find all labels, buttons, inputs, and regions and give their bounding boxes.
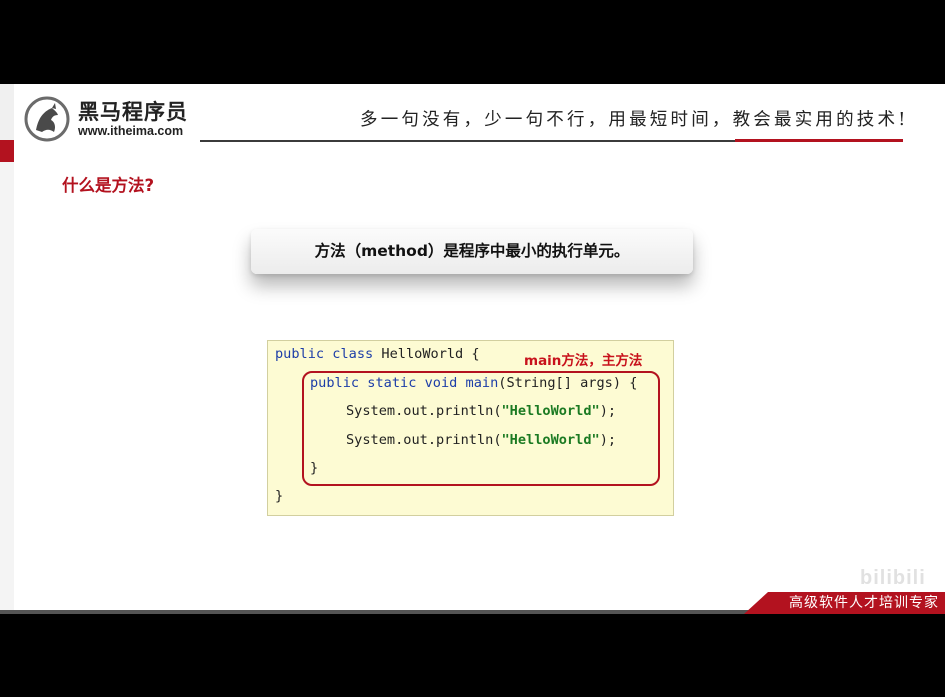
code-line-close-class: } [275, 488, 284, 504]
footer-label: 高级软件人才培训专家 [768, 592, 945, 614]
code-line-main: public static void main(String[] args) { [310, 375, 638, 391]
code-line-class: public class HelloWorld { [275, 346, 480, 362]
logo-url: www.itheima.com [78, 124, 184, 138]
code-line-println-1: System.out.println("HelloWorld"); [346, 403, 617, 419]
bilibili-watermark: bilibili [860, 567, 926, 589]
code-block: public class HelloWorld { main方法，主方法 pub… [267, 340, 674, 516]
code-line-close-main: } [310, 460, 319, 476]
itheima-logo: 黑马程序员 www.itheima.com [24, 94, 199, 142]
section-title: 什么是方法? [62, 176, 155, 195]
logo-name: 黑马程序员 [78, 100, 188, 124]
header-divider-accent [735, 139, 903, 142]
horse-logo-icon [24, 96, 70, 142]
footer-label-notch [744, 592, 768, 614]
left-accent-red [0, 140, 14, 162]
code-line-println-2: System.out.println("HelloWorld"); [346, 432, 617, 448]
left-accent-strip [0, 84, 14, 140]
slide: 黑马程序员 www.itheima.com 多一句没有，少一句不行，用最短时间，… [0, 84, 945, 610]
definition-callout: 方法（method）是程序中最小的执行单元。 [251, 229, 693, 274]
slogan: 多一句没有，少一句不行，用最短时间，教会最实用的技术! [360, 110, 909, 130]
main-method-annotation: main方法，主方法 [524, 353, 643, 369]
